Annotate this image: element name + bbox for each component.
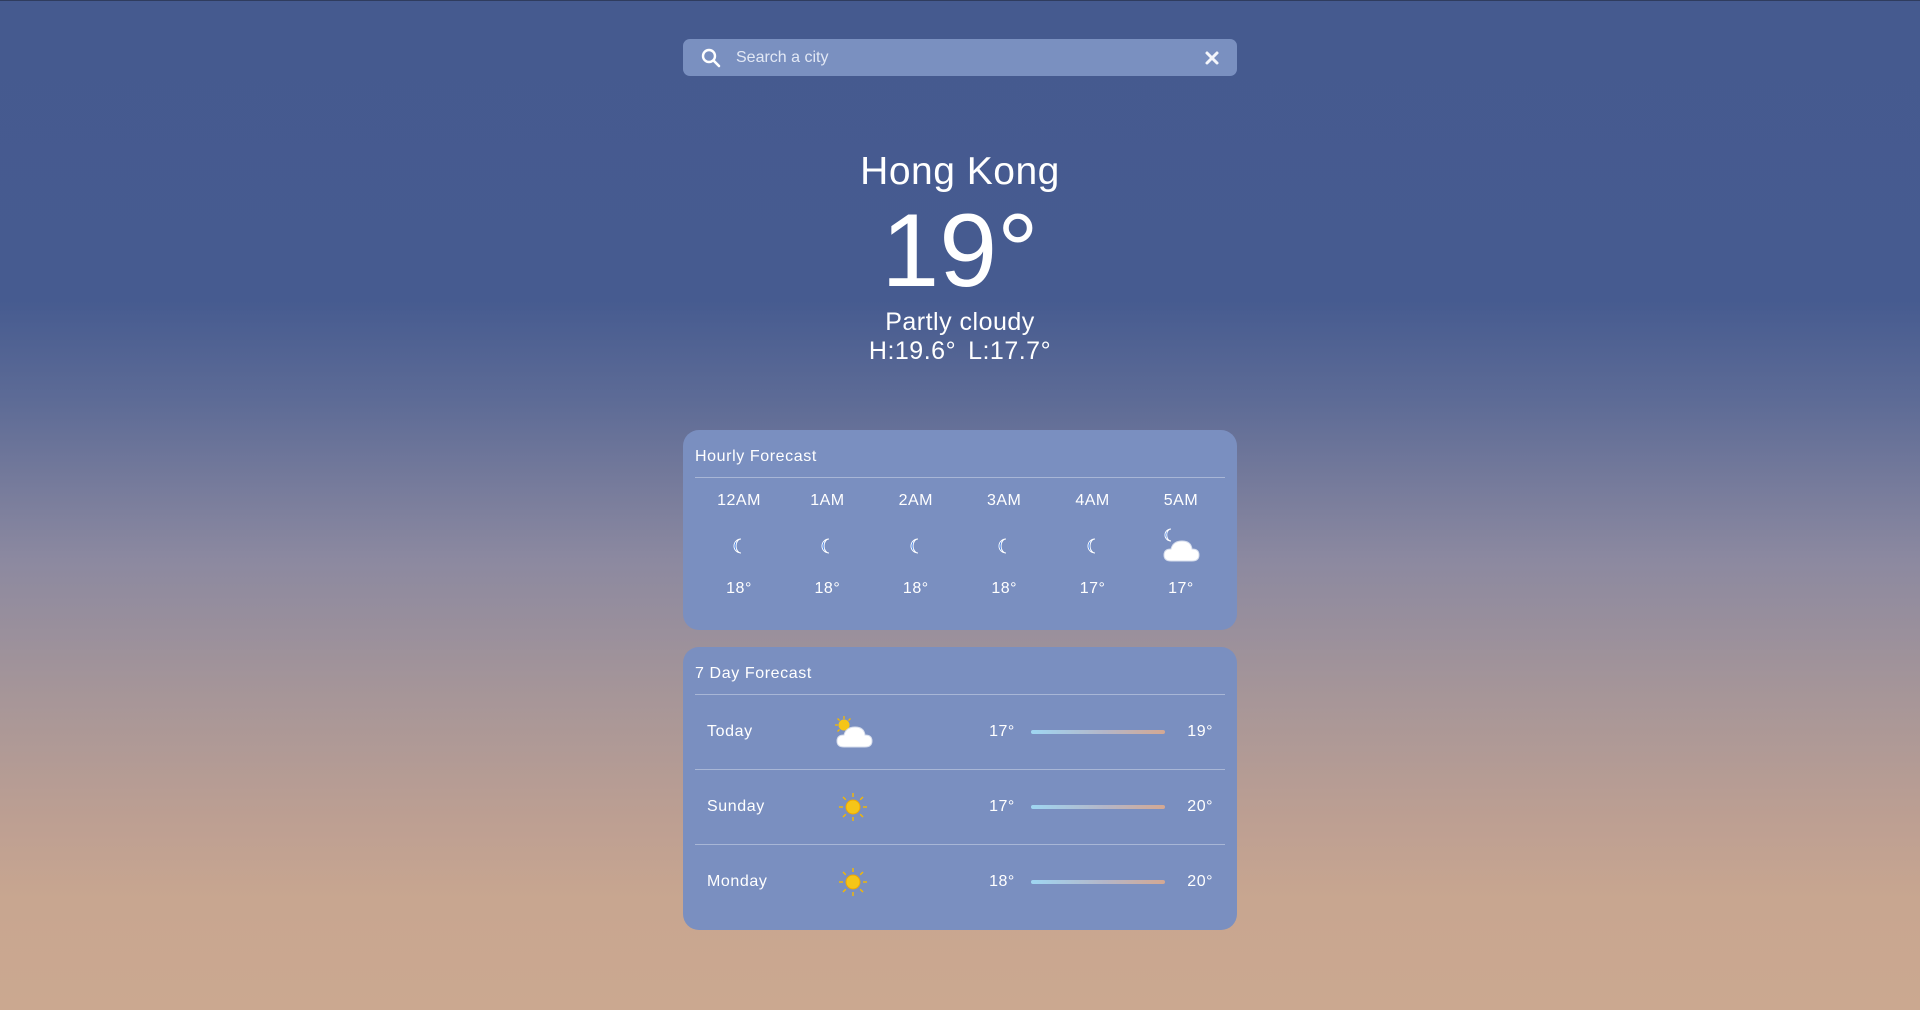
temperature-range-bar (1030, 730, 1166, 734)
moon-icon (783, 522, 871, 570)
moon-icon (1049, 522, 1137, 570)
sun-icon (826, 783, 881, 831)
hour-item: 1AM 18° (783, 478, 871, 598)
search-bar (683, 39, 1237, 76)
day-high-temperature: 19° (1187, 723, 1213, 740)
hourly-forecast-title: Hourly Forecast (695, 430, 1225, 478)
hourly-list: 12AM 18° 1AM 18° 2AM 18° 3AM 18° 4AM 17°… (695, 478, 1225, 598)
hour-temperature: 18° (991, 580, 1018, 597)
temperature-range-bar (1030, 880, 1166, 884)
weather-condition: Partly cloudy (885, 308, 1035, 336)
day-name: Today (707, 723, 753, 740)
hour-temperature: 17° (1168, 580, 1194, 597)
moon-icon (872, 522, 960, 570)
hour-temperature: 18° (902, 580, 929, 597)
hour-temperature: 17° (1079, 580, 1106, 597)
day-low-temperature: 17° (989, 723, 1015, 740)
day-high-temperature: 20° (1187, 873, 1213, 890)
hour-item: 5AM 17° (1137, 478, 1225, 598)
hourly-forecast-card: Hourly Forecast 12AM 18° 1AM 18° 2AM 18°… (683, 430, 1237, 630)
current-weather: Hong Kong 19° Partly cloudy H:19.6° L:17.… (683, 145, 1237, 365)
day-high-temperature: 20° (1187, 798, 1213, 815)
day-row: Monday 18° 20° (695, 845, 1225, 919)
sun-icon (826, 858, 881, 906)
moon-icon (960, 522, 1048, 570)
search-icon[interactable] (700, 47, 722, 69)
hour-item: 12AM 18° (695, 478, 783, 598)
close-icon[interactable] (1201, 47, 1223, 69)
day-row: Today 17° 19° (695, 695, 1225, 770)
hour-time: 1AM (810, 492, 845, 509)
temperature-range-bar (1030, 805, 1166, 809)
hour-temperature: 18° (726, 580, 752, 597)
day-row: Sunday 17° 20° (695, 770, 1225, 845)
search-input[interactable] (734, 47, 1201, 68)
day-low-temperature: 17° (989, 798, 1015, 815)
daily-forecast-card: 7 Day Forecast Today 17° 19° Sunday 17° … (683, 647, 1237, 930)
day-name: Monday (707, 873, 768, 890)
high-low: H:19.6° L:17.7° (683, 337, 1237, 365)
moon-icon (695, 522, 783, 570)
daily-forecast-title: 7 Day Forecast (695, 647, 1225, 695)
hour-item: 2AM 18° (872, 478, 960, 598)
city-name: Hong Kong (860, 150, 1060, 193)
hour-time: 2AM (898, 492, 933, 509)
hour-time: 3AM (986, 492, 1022, 509)
current-temperature: 19° (881, 193, 1039, 309)
day-name: Sunday (707, 798, 765, 815)
hour-time: 12AM (717, 492, 761, 509)
hour-temperature: 18° (814, 580, 841, 597)
moon-cloud-icon (1137, 522, 1225, 570)
low-temperature: L:17.7° (968, 337, 1052, 365)
hour-time: 5AM (1163, 492, 1199, 509)
hour-time: 4AM (1075, 492, 1110, 509)
window-top-border (0, 0, 1920, 1)
day-low-temperature: 18° (989, 873, 1015, 890)
sun-cloud-icon (826, 708, 881, 756)
hour-item: 4AM 17° (1049, 478, 1137, 598)
high-temperature: H:19.6° (868, 337, 957, 365)
hour-item: 3AM 18° (960, 478, 1048, 598)
